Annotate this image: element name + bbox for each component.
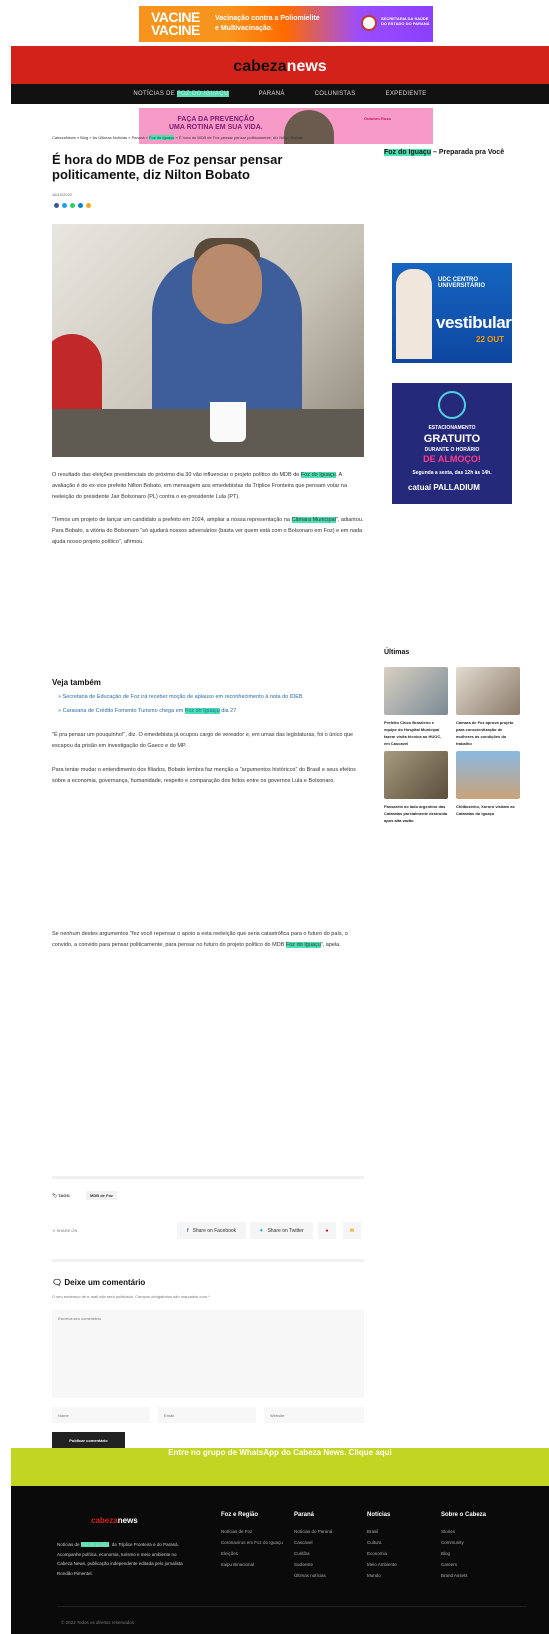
nav-item-colunistas[interactable]: COLUNISTAS xyxy=(315,91,356,97)
breadcrumb-latest[interactable]: As Últimas Notícias xyxy=(93,135,128,140)
tags-label: 🏷 TAGS: xyxy=(52,1193,71,1198)
see-also-link-1[interactable]: » Secretaria de Educação de Foz irá rece… xyxy=(58,694,303,700)
ad-text: FAÇA DA PREVENÇÃO UMA ROTINA EM SUA VIDA. xyxy=(169,116,263,131)
footer-link[interactable]: Cultura xyxy=(367,1537,397,1548)
breadcrumb-home[interactable]: CabezaNews xyxy=(52,135,76,140)
tag-pill[interactable]: MDB de Foz xyxy=(86,1191,117,1200)
footer-link[interactable]: Community xyxy=(441,1537,486,1548)
article-paragraph-1: O resultado das eleições presidenciais d… xyxy=(52,472,348,500)
email-icon[interactable] xyxy=(86,203,91,208)
footer-link[interactable]: Últimas notícias xyxy=(294,1570,332,1581)
share-facebook-button[interactable]: f Share on Facebook xyxy=(177,1222,246,1239)
footer-link[interactable]: Careers xyxy=(441,1559,486,1570)
ad-text: Vacinação contra a Poliomielite e Multiva… xyxy=(215,15,320,32)
facebook-icon[interactable] xyxy=(54,203,59,208)
ad-seal: SECRETARIA DA SAÚDE DO ESTADO DO PARANÁ xyxy=(361,12,431,36)
footer-col-noticias: Notícias Brasil Cultura Economia Meio Am… xyxy=(367,1512,397,1581)
share-email-button[interactable]: ✉ xyxy=(343,1222,361,1239)
article-title: É hora do MDB de Foz pensar pensar polit… xyxy=(52,152,283,182)
see-also-link-2[interactable]: » Caravana de Crédito Fomento Turismo ch… xyxy=(58,708,236,714)
telegram-icon[interactable] xyxy=(78,203,83,208)
comment-textarea[interactable] xyxy=(52,1310,364,1398)
article-paragraph-2: "Temos um projeto de lançar um candidato… xyxy=(52,517,364,545)
footer-description: Notícias de Foz do Iguaçu, da Tríplice F… xyxy=(57,1542,183,1576)
share-label: ⋖ SHARE ON xyxy=(52,1228,78,1233)
comment-note: O seu endereço de e-mail não será public… xyxy=(52,1294,210,1299)
facebook-icon: f xyxy=(186,1227,189,1234)
mini-share-icons xyxy=(54,203,91,208)
plate-icon xyxy=(438,391,466,419)
whatsapp-icon[interactable] xyxy=(70,203,75,208)
submit-comment-button[interactable]: Publicar comentário xyxy=(52,1432,125,1449)
footer-link[interactable]: Stories xyxy=(441,1526,486,1537)
sidebar-title: Foz do Iguaçu – Preparada pra Você xyxy=(384,149,505,156)
footer-logo[interactable]: cabezanews xyxy=(91,1516,138,1525)
breadcrumb-foz[interactable]: Foz do Iguaçu xyxy=(149,135,175,140)
twitter-icon[interactable] xyxy=(62,203,67,208)
breadcrumb-blog[interactable]: Blog xyxy=(80,135,88,140)
footer-link[interactable]: Eleições xyxy=(221,1548,283,1559)
divider xyxy=(52,1176,364,1179)
main-nav: NOTÍCIAS DE FOZ DO IGUAÇU PARANÁ COLUNIS… xyxy=(11,84,549,104)
pinterest-icon: ● xyxy=(325,1227,329,1234)
latest-news-card[interactable]: Câmara de Foz aprova projeto para consci… xyxy=(456,667,520,747)
shield-icon xyxy=(361,15,377,31)
share-pinterest-button[interactable]: ● xyxy=(318,1222,336,1239)
footer-link[interactable]: Cascavel xyxy=(294,1537,332,1548)
site-header: cabezanews xyxy=(11,46,549,84)
breadcrumb-current: É hora do MDB de Foz pensar pensar polit… xyxy=(178,135,304,140)
divider xyxy=(52,1259,364,1262)
article-date: 16/10/2022 xyxy=(52,192,73,197)
footer-link[interactable]: Itaipu Binacional xyxy=(221,1559,283,1570)
latest-news-title: Últimas xyxy=(384,649,410,656)
footer-link[interactable]: Mundo xyxy=(367,1570,397,1581)
footer: cabezanews Notícias de Foz do Iguaçu, da… xyxy=(11,1486,549,1634)
footer-col-foz: Foz e Região Notícias de Foz Coronavírus… xyxy=(221,1512,283,1570)
latest-news-card[interactable]: Passarela no lado argentino das Catarata… xyxy=(384,751,448,824)
footer-link[interactable]: Meio Ambiente xyxy=(367,1559,397,1570)
site-logo[interactable]: cabezanews xyxy=(11,58,549,76)
footer-link[interactable]: Blog xyxy=(441,1548,486,1559)
article-paragraph-4: Para tentar mudar o entendimento dos fil… xyxy=(52,767,356,784)
footer-link[interactable]: Economia xyxy=(367,1548,397,1559)
article-photo xyxy=(52,224,364,457)
email-input[interactable] xyxy=(158,1407,256,1423)
vaccine-ad-banner[interactable]: VACINE VACINE Vacinação contra a Poliomie… xyxy=(139,6,433,42)
see-also-title: Veja também xyxy=(52,678,101,687)
copyright: © 2022 Todos os direitos reservados xyxy=(61,1620,135,1625)
share-twitter-button[interactable]: ✦ Share on Twitter xyxy=(250,1222,313,1239)
palladium-parking-ad[interactable]: ESTACIONAMENTO GRATUITO DURANTE O HORÁRI… xyxy=(392,383,512,504)
footer-col-parana: Paraná Notícias do Paraná Cascavel Curit… xyxy=(294,1512,332,1581)
breadcrumb: CabezaNews » Blog » As Últimas Notícias … xyxy=(52,135,304,140)
name-input[interactable] xyxy=(52,1407,150,1423)
footer-link[interactable]: Brasil xyxy=(367,1526,397,1537)
footer-link[interactable]: Brand Assets xyxy=(441,1570,486,1581)
article-paragraph-5: Se nenhum destes argumentos "fez você re… xyxy=(52,931,348,948)
comment-section-title: 🗨 Deixe um comentário xyxy=(52,1278,146,1287)
whatsapp-cta[interactable]: Entre no grupo de WhatsApp do Cabeza New… xyxy=(11,1448,549,1486)
footer-link[interactable]: Notícias de Foz xyxy=(221,1526,283,1537)
latest-news-card[interactable]: Chitãozinho, Xororó visitam as Cataratas… xyxy=(456,751,520,817)
footer-link[interactable]: Curitiba xyxy=(294,1548,332,1559)
article-paragraph-3: "É pra pensar um pouquinho!", diz. O eme… xyxy=(52,732,354,749)
twitter-icon: ✦ xyxy=(259,1227,264,1234)
nav-item-expediente[interactable]: EXPEDIENTE xyxy=(386,91,427,97)
website-input[interactable] xyxy=(264,1407,364,1423)
email-icon: ✉ xyxy=(349,1227,355,1234)
ad-headline: VACINE VACINE xyxy=(151,9,200,38)
ribbon-icon: Outubro Rosa xyxy=(364,116,391,121)
nav-item-foz[interactable]: NOTÍCIAS DE FOZ DO IGUAÇU xyxy=(133,91,229,97)
nav-item-parana[interactable]: PARANÁ xyxy=(259,91,285,97)
footer-col-sobre: Sobre o Cabeza Stories Community Blog Ca… xyxy=(441,1512,486,1581)
footer-link[interactable]: Coronavírus em Foz do Iguaçu xyxy=(221,1537,283,1548)
latest-news-card[interactable]: Prefeito Chico Brasileiro e equipe do Ho… xyxy=(384,667,448,747)
divider xyxy=(57,1606,527,1607)
udc-vestibular-ad[interactable]: UDC CENTRO UNIVERSITÁRIO vestibular 22 O… xyxy=(392,263,512,363)
footer-link[interactable]: Sudoeste xyxy=(294,1559,332,1570)
footer-link[interactable]: Notícias do Paraná xyxy=(294,1526,332,1537)
breadcrumb-parana[interactable]: Paraná xyxy=(132,135,145,140)
